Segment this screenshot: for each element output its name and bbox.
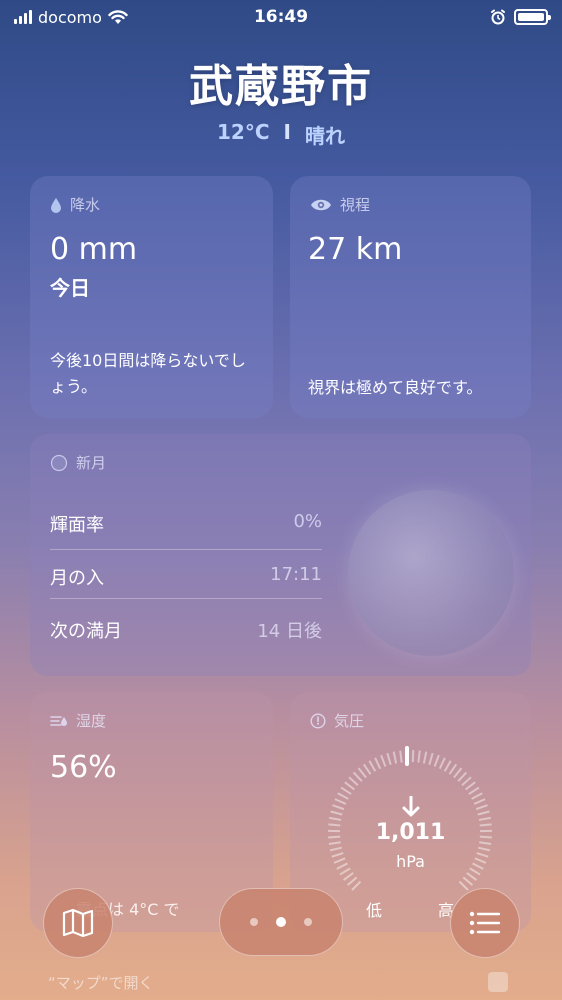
gauge-tick bbox=[477, 810, 490, 816]
arrow-down-icon bbox=[402, 796, 420, 817]
gauge-tick bbox=[386, 752, 392, 765]
gauge-tick bbox=[346, 876, 358, 886]
gauge-tick bbox=[342, 872, 354, 881]
location-header: 武蔵野市 12°C I 晴れ bbox=[0, 50, 562, 149]
moon-row-next-full: 次の満月 14 日後 bbox=[50, 617, 322, 643]
next-full-moon-label: 次の満月 bbox=[50, 621, 122, 642]
gauge-tick bbox=[357, 767, 367, 779]
divider bbox=[50, 549, 322, 550]
gauge-tick bbox=[344, 781, 355, 791]
next-full-moon-value: 14 日後 bbox=[257, 621, 322, 642]
battery-icon bbox=[514, 9, 551, 25]
gauge-tick bbox=[422, 751, 428, 764]
gauge-tick bbox=[458, 880, 469, 891]
humidity-icon bbox=[50, 715, 67, 726]
raindrop-icon bbox=[51, 197, 61, 213]
visibility-value: 27 km bbox=[308, 232, 403, 267]
moon-title-row: 新月 bbox=[50, 452, 106, 473]
new-moon-icon bbox=[50, 454, 68, 471]
moon-illumination-label: 輝面率 bbox=[50, 515, 104, 536]
page-dot-active[interactable] bbox=[276, 917, 286, 927]
gauge-tick bbox=[329, 846, 343, 852]
location-list-button[interactable] bbox=[450, 888, 520, 958]
moonset-value: 17:11 bbox=[270, 564, 322, 585]
gauge-tick bbox=[368, 760, 377, 772]
humidity-value: 56% bbox=[50, 750, 117, 785]
gauge-tick bbox=[475, 804, 488, 811]
gauge-tick bbox=[374, 757, 382, 770]
current-conditions: 12°C I 晴れ bbox=[0, 120, 562, 149]
city-name: 武蔵野市 bbox=[189, 61, 373, 112]
gauge-tick bbox=[461, 776, 472, 786]
moon-row-illumination: 輝面率 0% bbox=[50, 511, 322, 537]
gauge-tick bbox=[468, 786, 480, 795]
pressure-low-label: 低 bbox=[366, 901, 383, 920]
gauge-tick bbox=[340, 786, 352, 795]
gauge-tick bbox=[351, 880, 362, 891]
precipitation-card[interactable]: 降水 0 mm 今日 今後10日間は降らないでしょう。 bbox=[30, 176, 273, 418]
separator: I bbox=[283, 120, 291, 144]
moonset-label: 月の入 bbox=[50, 568, 104, 589]
visibility-card[interactable]: 視程 27 km 視界は極めて良好です。 bbox=[290, 176, 531, 418]
gauge-tick bbox=[348, 776, 359, 786]
gauge-tick bbox=[380, 754, 387, 767]
status-bar: docomo 16:49 bbox=[0, 0, 562, 34]
page-dot[interactable] bbox=[304, 918, 312, 926]
gauge-tick bbox=[465, 781, 476, 791]
gauge-tick bbox=[462, 876, 474, 886]
gauge-tick bbox=[466, 872, 478, 881]
pressure-value: 1,011 bbox=[375, 820, 446, 845]
status-time: 16:49 bbox=[253, 7, 309, 27]
gauge-tick bbox=[417, 750, 421, 763]
gauge-tick bbox=[352, 771, 363, 782]
visibility-description: 視界は極めて良好です。 bbox=[308, 378, 483, 397]
divider bbox=[50, 598, 322, 599]
gauge-tick bbox=[473, 798, 486, 805]
map-icon bbox=[62, 908, 94, 938]
moon-phase-title: 新月 bbox=[76, 454, 107, 472]
moon-image bbox=[348, 490, 514, 656]
gauge-tick bbox=[477, 846, 491, 852]
gauge-tick bbox=[471, 792, 483, 800]
precipitation-period: 今日 bbox=[50, 276, 90, 300]
pressure-unit: hPa bbox=[396, 852, 425, 871]
gauge-tick bbox=[433, 754, 440, 767]
moon-card[interactable]: 新月 輝面率 0% 月の入 17:11 次の満月 14 日後 bbox=[30, 434, 531, 676]
gauge-tick bbox=[334, 798, 347, 805]
map-button[interactable] bbox=[43, 888, 113, 958]
visibility-title: 視程 bbox=[340, 196, 371, 214]
gauge-tick bbox=[443, 760, 452, 772]
precipitation-title: 降水 bbox=[70, 196, 101, 214]
page-indicator[interactable] bbox=[219, 888, 343, 956]
gauge-tick bbox=[392, 751, 398, 764]
gauge-tick bbox=[448, 763, 458, 775]
precipitation-description: 今後10日間は降らないでしょう。 bbox=[50, 351, 246, 396]
precipitation-title-row: 降水 bbox=[50, 194, 100, 215]
page-dot[interactable] bbox=[250, 918, 258, 926]
weather-condition: 晴れ bbox=[304, 124, 345, 148]
eye-icon bbox=[311, 199, 331, 210]
humidity-title: 湿度 bbox=[76, 712, 107, 730]
gauge-tick bbox=[457, 771, 468, 782]
gauge-tick bbox=[428, 752, 434, 765]
list-icon bbox=[469, 911, 501, 935]
gauge-tick bbox=[330, 810, 343, 816]
gauge-tick bbox=[399, 750, 403, 763]
gauge-tick bbox=[453, 767, 463, 779]
humidity-title-row: 湿度 bbox=[50, 710, 106, 731]
gauge-tick bbox=[362, 763, 372, 775]
gauge-tick bbox=[337, 792, 349, 800]
gauge-tick bbox=[332, 804, 345, 811]
moon-row-moonset: 月の入 17:11 bbox=[50, 564, 322, 590]
current-temperature: 12°C bbox=[217, 120, 270, 144]
precipitation-value: 0 mm bbox=[50, 232, 138, 267]
moon-illumination-value: 0% bbox=[293, 511, 322, 532]
visibility-title-row: 視程 bbox=[310, 194, 370, 215]
open-in-maps-hint[interactable]: “マップ”で開く bbox=[48, 972, 154, 993]
open-external-icon[interactable] bbox=[488, 972, 508, 992]
gauge-tick bbox=[438, 757, 446, 770]
